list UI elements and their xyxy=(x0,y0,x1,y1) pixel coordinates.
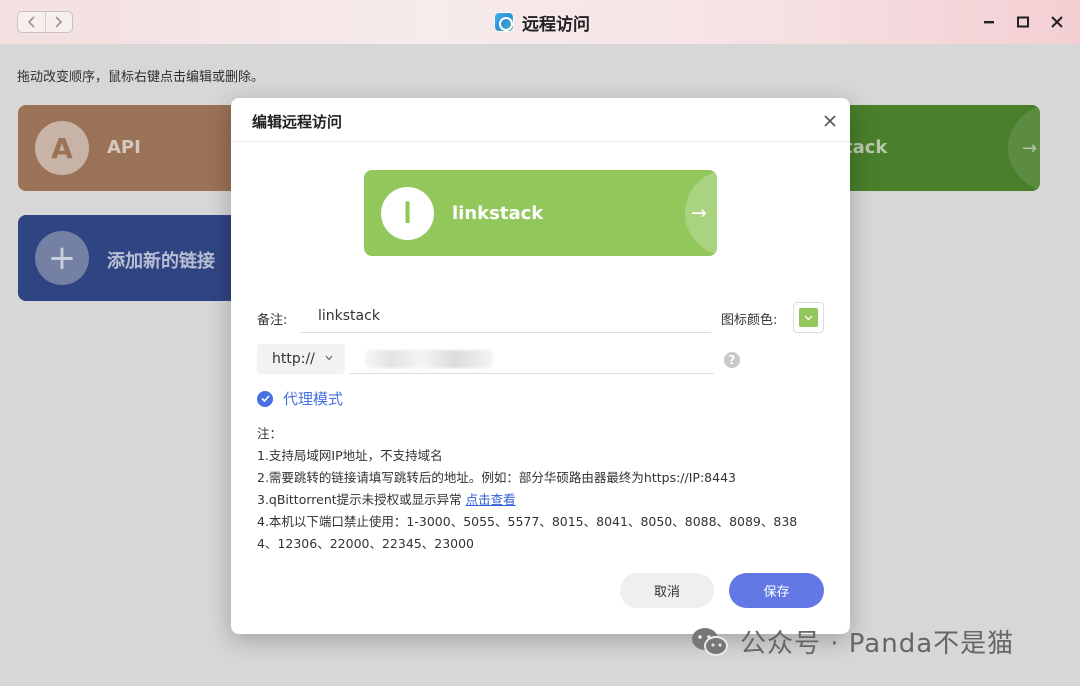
save-button[interactable]: 保存 xyxy=(729,573,824,608)
watermark-text: 公众号 · Panda不是猫 xyxy=(740,629,1015,659)
note-line-4b: 4、12306、22000、22345、23000 xyxy=(257,536,475,551)
tile-preview: l linkstack → xyxy=(364,170,717,256)
maximize-icon xyxy=(1017,16,1029,28)
note-label: 备注: xyxy=(257,313,288,328)
color-chip xyxy=(799,308,818,327)
notes-title: 注： xyxy=(257,426,283,441)
close-icon xyxy=(1051,16,1063,28)
maximize-button[interactable] xyxy=(1014,13,1032,31)
note-line-4a: 4.本机以下端口禁止使用：1-3000、5055、5577、8015、8041、… xyxy=(257,514,798,529)
note-line-1: 1.支持局域网IP地址，不支持域名 xyxy=(257,448,443,463)
note-line-2: 2.需要跳转的链接请填写跳转后的地址。例如：部分华硕路由器最终为https://… xyxy=(257,470,736,485)
dialog-close-button[interactable] xyxy=(823,113,837,127)
protocol-select[interactable]: http:// xyxy=(257,344,345,374)
proxy-mode-label: 代理模式 xyxy=(283,390,344,408)
wechat-icon xyxy=(692,627,728,656)
remote-access-app-icon xyxy=(494,12,514,32)
back-button[interactable] xyxy=(18,12,45,32)
minimize-icon xyxy=(984,21,994,24)
arrow-right-icon: → xyxy=(685,170,717,256)
nav-buttons xyxy=(17,11,73,33)
tile-preview-letter: l xyxy=(381,187,434,240)
notes-section: 注： 1.支持局域网IP地址，不支持域名 2.需要跳转的链接请填写跳转后的地址。… xyxy=(257,423,817,555)
note-line-3: 3.qBittorrent提示未授权或显示异常 点击查看 xyxy=(257,489,817,511)
icon-color-label: 图标颜色: xyxy=(721,313,778,328)
check-circle-icon[interactable] xyxy=(257,390,273,407)
note-input[interactable]: linkstack xyxy=(301,303,711,333)
edit-remote-access-dialog: 编辑远程访问 l linkstack → 备注: linkstack 图标颜色:… xyxy=(231,98,850,634)
proxy-mode-toggle[interactable]: 代理模式 xyxy=(257,388,343,409)
window-title-group: 远程访问 xyxy=(494,10,590,35)
cancel-button[interactable]: 取消 xyxy=(620,573,714,608)
close-window-button[interactable] xyxy=(1048,13,1066,31)
chevron-down-icon xyxy=(804,315,813,320)
icon-color-picker[interactable] xyxy=(793,302,824,333)
window-controls xyxy=(980,13,1066,31)
protocol-value: http:// xyxy=(272,351,315,367)
window-titlebar: 远程访问 xyxy=(0,0,1080,44)
watermark: 公众号 · Panda不是猫 xyxy=(690,623,1014,660)
help-icon[interactable]: ? xyxy=(724,352,740,368)
window-title: 远程访问 xyxy=(522,14,590,35)
forward-button[interactable] xyxy=(44,12,72,32)
address-redacted xyxy=(365,350,493,368)
tile-preview-label: linkstack xyxy=(452,203,544,224)
dialog-title: 编辑远程访问 xyxy=(252,113,343,131)
dialog-header: 编辑远程访问 xyxy=(231,98,850,142)
minimize-button[interactable] xyxy=(980,13,998,31)
close-icon xyxy=(824,115,836,127)
chevron-down-icon xyxy=(325,355,333,361)
chevron-left-icon xyxy=(27,16,35,28)
note-line-3-text: 3.qBittorrent提示未授权或显示异常 xyxy=(257,492,462,507)
view-details-link[interactable]: 点击查看 xyxy=(466,492,516,507)
chevron-right-icon xyxy=(55,16,63,28)
